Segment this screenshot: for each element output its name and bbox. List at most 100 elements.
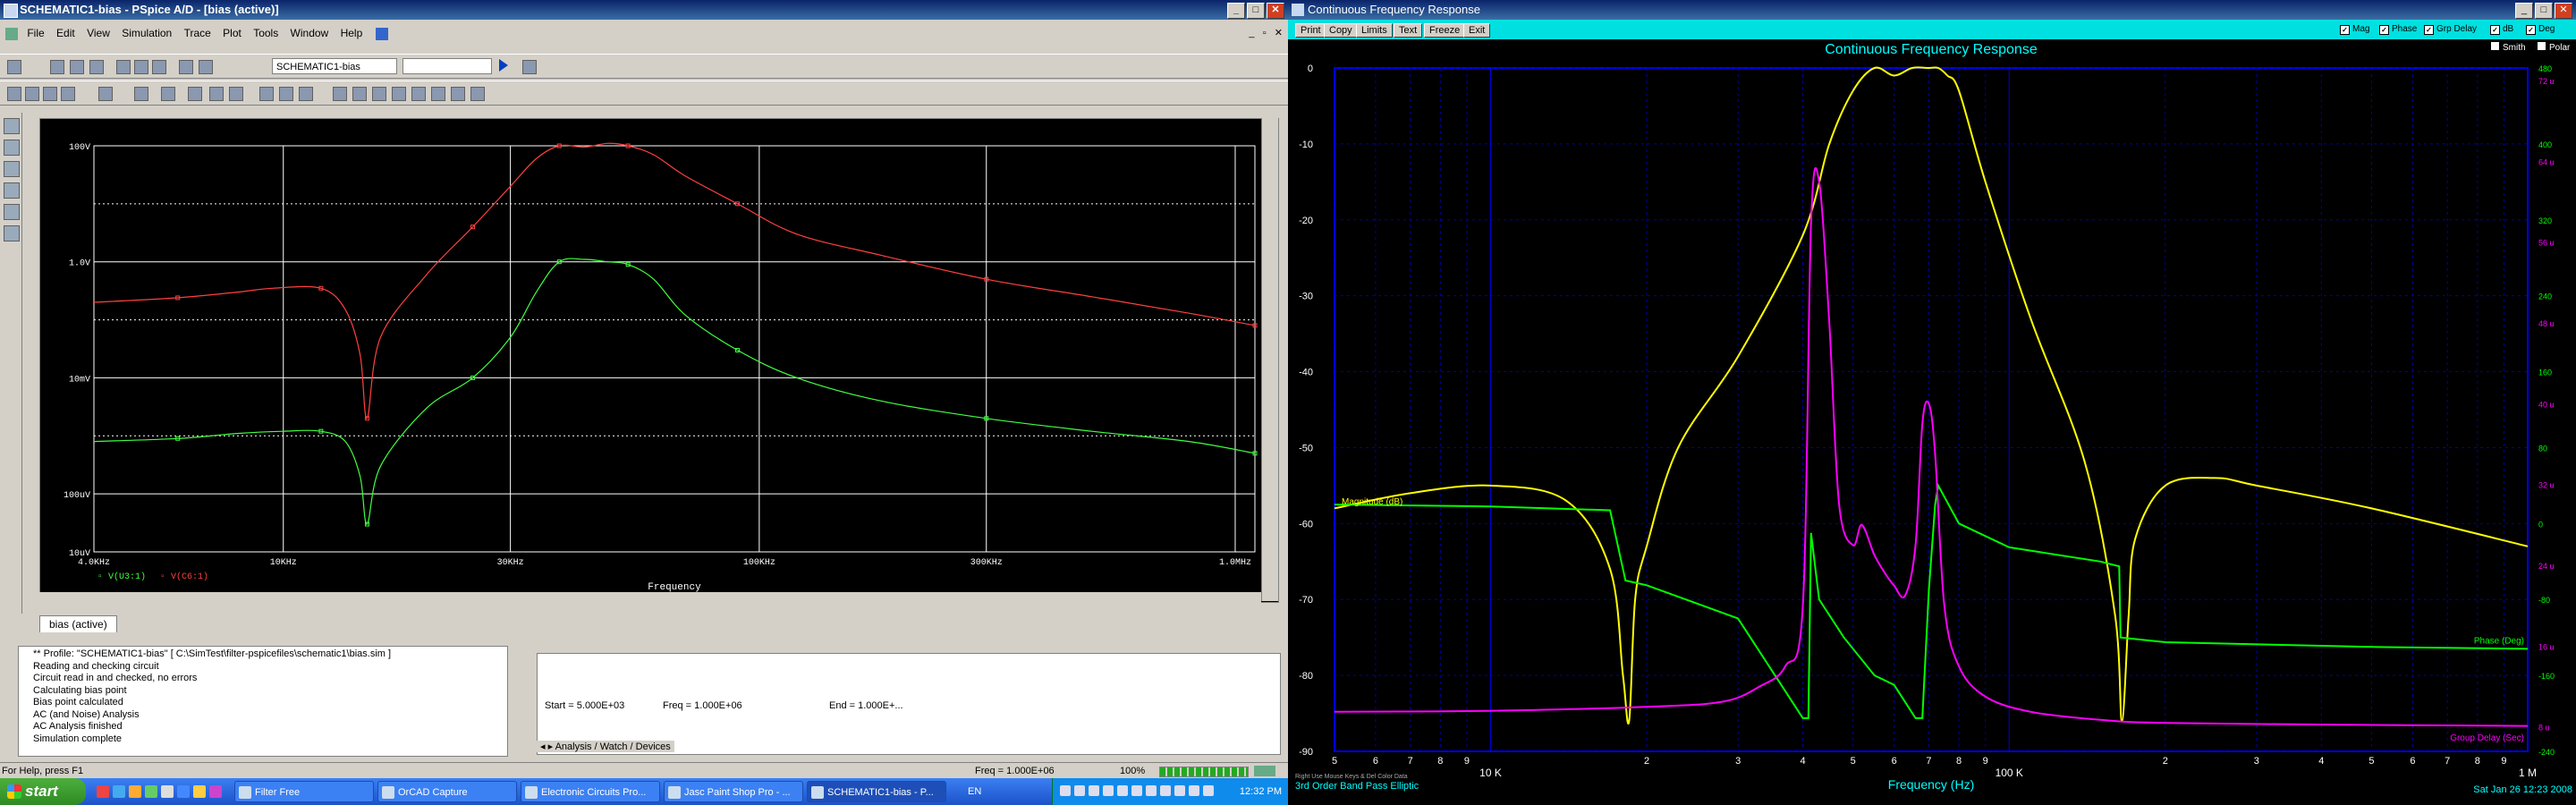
deg-checkbox[interactable]: ✓ Deg (2526, 24, 2555, 35)
quicklaunch-icon[interactable] (97, 785, 109, 798)
save-icon[interactable] (70, 60, 84, 74)
profile-select[interactable]: SCHEMATIC1-bias (272, 58, 397, 74)
menu-simulation[interactable]: Simulation (117, 23, 176, 43)
add-trace-icon[interactable] (209, 87, 224, 101)
zoom-out-icon[interactable] (25, 87, 39, 101)
freeze-button[interactable]: Freeze (1424, 23, 1466, 38)
quicklaunch-icon[interactable] (161, 785, 174, 798)
taskbar-button-electronic-circuits[interactable]: Electronic Circuits Pro... (521, 781, 660, 802)
performance-icon[interactable] (188, 87, 202, 101)
fourier-icon[interactable] (161, 87, 175, 101)
cursor-point-icon[interactable] (431, 87, 445, 101)
taskbar-button-paint-shop[interactable]: Jasc Paint Shop Pro - ... (664, 781, 803, 802)
add-plot-icon[interactable] (259, 87, 274, 101)
db-checkbox[interactable]: ✓ dB (2490, 24, 2513, 35)
menu-trace[interactable]: Trace (180, 23, 216, 43)
limits-button[interactable]: Limits (1356, 23, 1393, 38)
tray-icon[interactable] (1060, 785, 1071, 796)
quicklaunch-icon[interactable] (193, 785, 206, 798)
cursor-max-icon[interactable] (411, 87, 426, 101)
mark-icon[interactable] (299, 87, 313, 101)
run-icon[interactable] (499, 59, 508, 72)
open-icon[interactable] (50, 60, 64, 74)
quicklaunch-icon[interactable] (129, 785, 141, 798)
minimize-button[interactable]: _ (2515, 3, 2533, 19)
phase-checkbox[interactable]: ✓ Phase (2379, 24, 2417, 35)
menu-help[interactable]: Help (336, 23, 368, 43)
tray-icon[interactable] (1117, 785, 1128, 796)
tab-devices[interactable]: Devices (636, 741, 671, 752)
menu-edit[interactable]: Edit (52, 23, 80, 43)
quicklaunch-icon[interactable] (145, 785, 157, 798)
tab-watch[interactable]: Watch (600, 741, 628, 752)
tray-icon[interactable] (1131, 785, 1142, 796)
cursor-peak-icon[interactable] (333, 87, 347, 101)
mag-checkbox[interactable]: ✓ Mag (2340, 24, 2369, 35)
taskbar-button-pspice[interactable]: SCHEMATIC1-bias - P... (807, 781, 946, 802)
tray-icon[interactable] (1174, 785, 1185, 796)
quicklaunch-icon[interactable] (209, 785, 222, 798)
secondary-select[interactable] (402, 58, 492, 74)
quicklaunch-icon[interactable] (177, 785, 190, 798)
clock[interactable]: 12:32 PM (1240, 778, 1282, 805)
taskbar-button-filter-free[interactable]: Filter Free (234, 781, 374, 802)
text-button[interactable]: Text (1394, 23, 1423, 38)
side-tool-icon[interactable] (4, 225, 20, 242)
undo-icon[interactable] (179, 60, 193, 74)
language-indicator[interactable]: EN (968, 778, 981, 805)
start-button[interactable]: start (0, 778, 86, 805)
tray-icon[interactable] (1189, 785, 1199, 796)
side-tool-icon[interactable] (4, 204, 20, 220)
maximize-button[interactable]: □ (2535, 3, 2553, 19)
tray-icon[interactable] (1160, 785, 1171, 796)
print-button[interactable]: Print (1295, 23, 1326, 38)
cursor-next-icon[interactable] (470, 87, 485, 101)
close-button[interactable]: ✕ (1267, 3, 1284, 19)
zoom-fit-icon[interactable] (61, 87, 75, 101)
close-button[interactable]: ✕ (2555, 3, 2572, 19)
new-icon[interactable] (7, 60, 21, 74)
copy-button[interactable]: Copy (1324, 23, 1358, 38)
copy-icon[interactable] (134, 60, 148, 74)
eval-icon[interactable] (229, 87, 243, 101)
grp-delay-checkbox[interactable]: ✓ Grp Delay (2424, 24, 2477, 35)
tab-analysis[interactable]: Analysis (555, 741, 592, 752)
output-pane[interactable]: ** Profile: "SCHEMATIC1-bias" [ C:\SimTe… (18, 646, 508, 757)
pspice-plot-area[interactable]: 100V 1.0V 10mV 100uV 10uV 4.0KHz 10KHz 30KHz 100… (39, 118, 1279, 603)
tab-bias-active[interactable]: bias (active) (39, 615, 117, 632)
menu-tools[interactable]: Tools (249, 23, 283, 43)
taskbar-button-orcad[interactable]: OrCAD Capture (377, 781, 517, 802)
maximize-button[interactable]: □ (1247, 3, 1265, 19)
log-x-icon[interactable] (134, 87, 148, 101)
cursor-min-icon[interactable] (392, 87, 406, 101)
tray-icon[interactable] (1074, 785, 1085, 796)
tray-icon[interactable] (1203, 785, 1214, 796)
cursor-search-icon[interactable] (451, 87, 465, 101)
cursor-slope-icon[interactable] (372, 87, 386, 101)
menu-view[interactable]: View (82, 23, 114, 43)
paste-icon[interactable] (152, 60, 166, 74)
menu-file[interactable]: File (22, 23, 48, 43)
plot-vertical-scrollbar[interactable] (1261, 118, 1278, 601)
side-tool-icon[interactable] (4, 140, 20, 156)
exit-button[interactable]: Exit (1463, 23, 1491, 38)
zoom-area-icon[interactable] (43, 87, 57, 101)
quicklaunch-icon[interactable] (113, 785, 125, 798)
cut-icon[interactable] (116, 60, 131, 74)
tray-icon[interactable] (1089, 785, 1099, 796)
doc-window-controls[interactable]: _ ▫ ✕ (1249, 27, 1283, 38)
side-tool-icon[interactable] (4, 118, 20, 134)
tray-icon[interactable] (1103, 785, 1114, 796)
menu-plot[interactable]: Plot (218, 23, 246, 43)
menu-window[interactable]: Window (286, 23, 334, 43)
cursor-icon[interactable] (98, 87, 113, 101)
minimize-button[interactable]: _ (1227, 3, 1245, 19)
print-icon[interactable] (89, 60, 104, 74)
redo-icon[interactable] (199, 60, 213, 74)
side-tool-icon[interactable] (4, 161, 20, 177)
plot-horizontal-scrollbar[interactable] (39, 592, 1261, 606)
side-tool-icon[interactable] (4, 182, 20, 199)
context-help-icon[interactable] (375, 27, 388, 40)
pause-icon[interactable] (522, 60, 537, 74)
cursor-trough-icon[interactable] (352, 87, 367, 101)
